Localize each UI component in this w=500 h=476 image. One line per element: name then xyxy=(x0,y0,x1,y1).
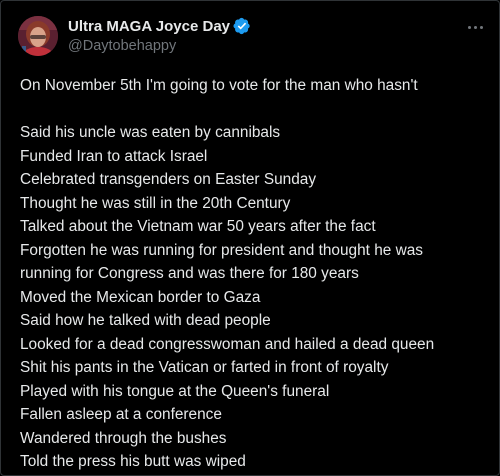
list-item: Talked about the Vietnam war 50 years af… xyxy=(20,218,376,235)
list-item: Said his uncle was eaten by cannibals xyxy=(20,124,281,141)
post-card: Ultra MAGA Joyce Day @Daytobehappy On No… xyxy=(0,0,500,476)
post-text: On November 5th I'm going to vote for th… xyxy=(20,74,490,474)
author-handle[interactable]: @Daytobehappy xyxy=(68,38,251,54)
avatar[interactable] xyxy=(18,16,58,56)
list-item: running for Congress and was there for 1… xyxy=(20,265,359,282)
verified-badge-icon[interactable] xyxy=(233,17,251,35)
avatar-image xyxy=(18,16,58,56)
list-item: Forgotten he was running for president a… xyxy=(20,241,423,259)
name-row: Ultra MAGA Joyce Day xyxy=(68,16,251,36)
post-header: Ultra MAGA Joyce Day @Daytobehappy xyxy=(1,1,499,71)
list-item: Shit his pants in the Vatican or farted … xyxy=(20,359,389,376)
more-horizontal-icon xyxy=(467,25,471,29)
list-item: Moved the Mexican border to Gaza xyxy=(20,288,261,306)
author-display-name[interactable]: Ultra MAGA Joyce Day xyxy=(68,18,230,35)
author-info: Ultra MAGA Joyce Day @Daytobehappy xyxy=(68,16,251,54)
list-item: Said how he talked with dead people xyxy=(20,312,271,329)
list-item: Funded Iran to attack Israel xyxy=(20,147,208,165)
list-item: Told the press his butt was wiped xyxy=(20,453,246,470)
post-intro-line: On November 5th I'm going to vote for th… xyxy=(20,77,418,94)
list-item: Celebrated transgenders on Easter Sunday xyxy=(20,171,317,188)
more-options-button[interactable] xyxy=(463,17,487,37)
list-item: Played with his tongue at the Queen's fu… xyxy=(20,382,330,400)
list-item: Looked for a dead congresswoman and hail… xyxy=(20,335,435,353)
list-item: Fallen asleep at a conference xyxy=(20,406,222,423)
list-item: Wandered through the bushes xyxy=(20,429,227,447)
list-item: Thought he was still in the 20th Century xyxy=(20,194,291,212)
